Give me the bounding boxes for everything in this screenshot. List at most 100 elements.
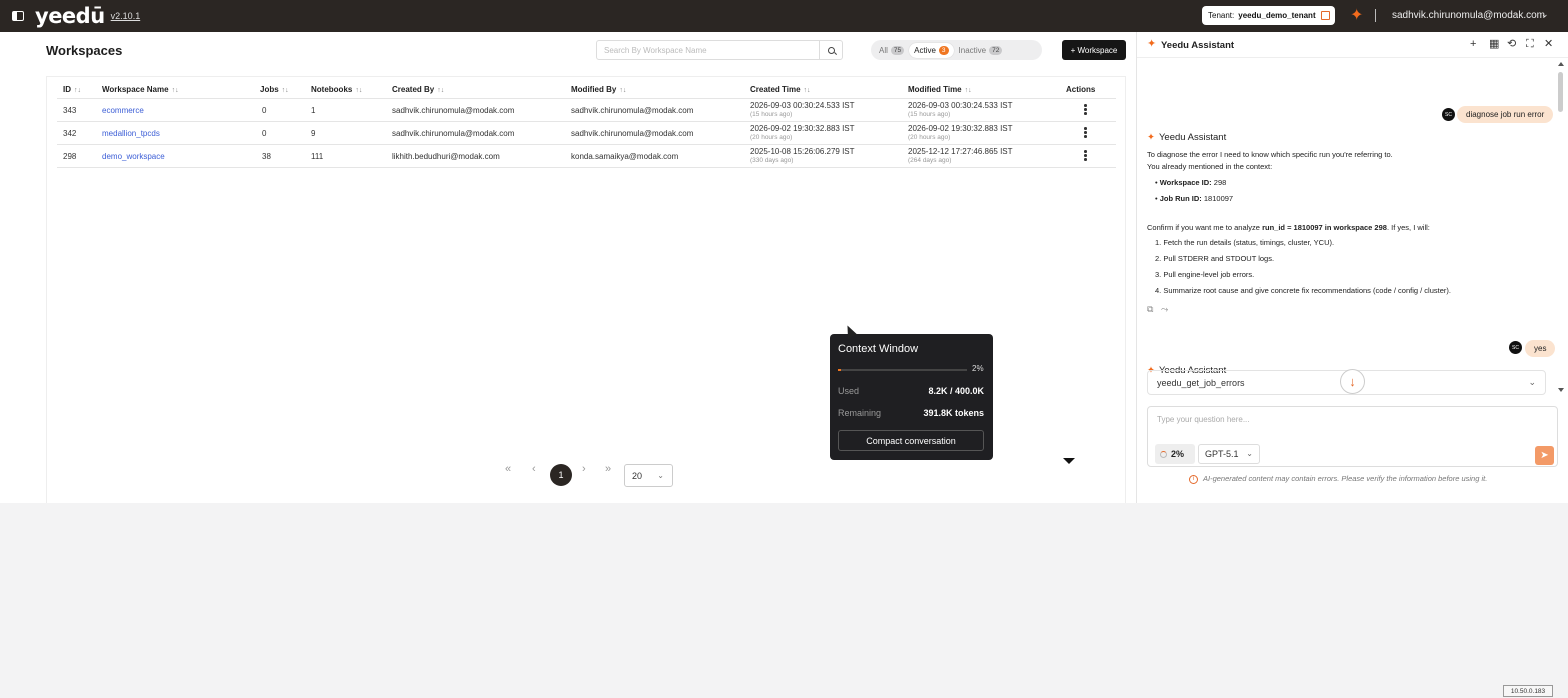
search-input[interactable] (597, 41, 819, 59)
history-icon[interactable]: ⟲ (1507, 38, 1516, 50)
model-value: GPT-5.1 (1205, 449, 1239, 459)
version-link[interactable]: v2.10.1 (111, 11, 141, 21)
external-link-icon[interactable] (1320, 11, 1330, 20)
row-actions-icon[interactable] (1084, 127, 1087, 139)
top-bar: yeedū v2.10.1 Tenant: yeedu_demo_tenant … (0, 0, 1568, 32)
assistant-header: ✦ Yeedu Assistant + ▦ ⟲ ⛶ ✕ (1137, 32, 1568, 58)
caret-down-icon[interactable] (1063, 458, 1075, 464)
cell-modified-time: 2025-12-12 17:27:46.865 IST (264 days ago… (908, 147, 1013, 164)
user-menu[interactable]: sadhvik.chirunomula@modak.com (1392, 10, 1545, 21)
cell-id: 343 (63, 106, 77, 115)
cell-created-by: likhith.bedudhuri@modak.com (392, 152, 500, 161)
assistant-title: Yeedu Assistant (1161, 40, 1235, 51)
workspace-link[interactable]: ecommerce (102, 106, 144, 115)
table-header: ID ↑↓ Workspace Name ↑↓ Jobs ↑↓ Notebooks ↑↓… (57, 77, 1116, 99)
chevron-down-icon: ⌄ (1246, 449, 1253, 458)
chevron-down-icon: ⌄ (657, 471, 664, 480)
table-row[interactable]: 298 demo_workspace 38 111 likhith.bedudh… (57, 145, 1116, 168)
chevron-down-icon: ⌄ (1528, 377, 1536, 387)
used-value: 8.2K / 400.0K (928, 386, 984, 396)
page-size-value: 20 (632, 470, 643, 481)
spark-icon: ✦ (1147, 38, 1157, 50)
chat-scrollbar[interactable] (1557, 60, 1565, 392)
scroll-up-icon[interactable] (1558, 62, 1564, 66)
cell-modified-by: sadhvik.chirunomula@modak.com (571, 106, 694, 115)
search-icon (827, 46, 835, 54)
cell-notebooks: 111 (311, 152, 324, 161)
search-button[interactable] (819, 41, 842, 59)
table-row[interactable]: 342 medallion_tpcds 0 9 sadhvik.chirunom… (57, 122, 1116, 145)
col-actions: Actions (1066, 85, 1096, 94)
user-message: yes (1525, 340, 1556, 357)
ai-disclaimer: i AI-generated content may contain errors… (1189, 474, 1487, 484)
share-icon[interactable]: ⤳ (1161, 304, 1168, 315)
count-badge: 75 (890, 45, 905, 55)
col-notebooks[interactable]: Notebooks ↑↓ (311, 85, 362, 94)
filter-label: Inactive (958, 45, 987, 55)
col-created-by[interactable]: Created By ↑↓ (392, 85, 444, 94)
col-modified-by[interactable]: Modified By ↑↓ (571, 85, 626, 94)
context-usage-chip[interactable]: 2% (1155, 444, 1195, 464)
sort-icon: ↑↓ (355, 87, 363, 94)
col-id[interactable]: ID ↑↓ (63, 85, 81, 94)
row-actions-icon[interactable] (1084, 150, 1087, 162)
context-usage-percent: 2% (972, 364, 984, 373)
remaining-label: Remaining (838, 408, 882, 418)
copy-icon[interactable]: ⧉ (1147, 304, 1153, 315)
avatar: SC (1442, 108, 1455, 121)
cell-jobs: 0 (262, 129, 267, 138)
add-workspace-button[interactable]: + Workspace (1062, 40, 1126, 60)
cell-notebooks: 1 (311, 106, 316, 115)
step-item: 2. Pull STDERR and STDOUT logs. (1155, 254, 1275, 263)
col-created-time[interactable]: Created Time ↑↓ (750, 85, 811, 94)
user-message: diagnose job run error (1457, 106, 1554, 123)
prev-page-button[interactable]: ‹ (532, 463, 536, 487)
cell-created-time: 2026-09-02 19:30:32.883 IST (20 hours ago… (750, 124, 855, 141)
sort-icon: ↑↓ (619, 87, 627, 94)
cell-created-time: 2025-10-08 15:26:06.279 IST (330 days ago… (750, 147, 855, 164)
tenant-label: Tenant: (1208, 11, 1235, 20)
sidebar-toggle-icon[interactable] (12, 11, 24, 21)
filter-tab-inactive[interactable]: Inactive 72 (954, 43, 1008, 58)
page-size-select[interactable]: 20 ⌄ (624, 464, 673, 487)
workspace-link[interactable]: medallion_tpcds (102, 129, 160, 138)
send-button[interactable]: ➤ (1535, 446, 1554, 465)
workspace-link[interactable]: demo_workspace (102, 152, 165, 161)
step-item: 3. Pull engine-level job errors. (1155, 270, 1255, 279)
question-input[interactable] (1157, 412, 1547, 426)
cell-modified-time: 2026-09-03 00:30:24.533 IST (15 hours ago… (908, 101, 1013, 118)
row-actions-icon[interactable] (1084, 104, 1087, 116)
cell-created-time: 2026-09-03 00:30:24.533 IST (15 hours ago… (750, 101, 855, 118)
col-modified-time[interactable]: Modified Time ↑↓ (908, 85, 972, 94)
model-select[interactable]: GPT-5.1 ⌄ (1198, 444, 1260, 464)
compact-conversation-button[interactable]: Compact conversation (838, 430, 984, 451)
col-jobs[interactable]: Jobs ↑↓ (260, 85, 289, 94)
table-row[interactable]: 343 ecommerce 0 1 sadhvik.chirunomula@mo… (57, 99, 1116, 122)
new-chat-icon[interactable]: + (1470, 38, 1476, 50)
scroll-down-icon[interactable] (1558, 388, 1564, 392)
first-page-button[interactable]: « (505, 463, 511, 487)
next-page-button[interactable]: › (582, 463, 586, 487)
chevron-down-icon[interactable]: ⌄ (1541, 9, 1549, 20)
tenant-name: yeedu_demo_tenant (1238, 11, 1316, 20)
fullscreen-icon[interactable]: ⛶ (1526, 38, 1534, 50)
filter-tab-all[interactable]: All 75 (874, 43, 909, 58)
close-icon[interactable]: ✕ (1544, 38, 1553, 50)
page-title: Workspaces (46, 43, 123, 58)
scroll-to-bottom-button[interactable]: ↓ (1340, 369, 1365, 394)
count-badge: 3 (938, 45, 949, 55)
app-logo[interactable]: yeedū (35, 4, 105, 28)
scroll-thumb[interactable] (1558, 72, 1563, 112)
current-page[interactable]: 1 (550, 464, 572, 486)
assistant-spark-icon[interactable]: ✦ (1350, 8, 1365, 24)
col-workspace-name[interactable]: Workspace Name ↑↓ (102, 85, 179, 94)
last-page-button[interactable]: » (605, 463, 611, 487)
cell-modified-by: sadhvik.chirunomula@modak.com (571, 129, 694, 138)
avatar: SC (1509, 341, 1522, 354)
tenant-switcher[interactable]: Tenant: yeedu_demo_tenant (1202, 6, 1335, 25)
context-usage-fill (838, 369, 841, 371)
sort-icon: ↑↓ (437, 87, 445, 94)
filter-tab-active[interactable]: Active 3 (909, 42, 954, 58)
chat-thread[interactable]: SC diagnose job run error ✦ Yeedu Assista… (1137, 58, 1559, 394)
table-icon[interactable]: ▦ (1489, 38, 1499, 50)
